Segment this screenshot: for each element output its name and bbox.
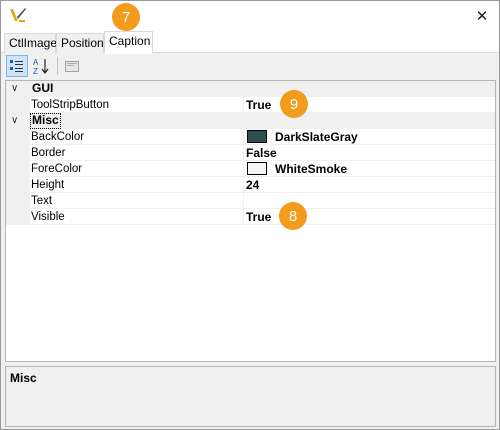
svg-text:A: A [33, 58, 39, 67]
collapse-chevron-icon[interactable]: ∨ [11, 81, 25, 97]
description-title: Misc [10, 371, 37, 385]
row-gutter [6, 129, 30, 145]
category-gui[interactable]: ∨ GUI [6, 81, 495, 97]
close-button[interactable]: ✕ [465, 1, 499, 31]
row-gutter [6, 177, 30, 193]
callout-badge-toolstrip: 9 [280, 90, 308, 118]
property-name: BackColor [30, 129, 244, 145]
alphabetical-button[interactable]: A Z [30, 55, 52, 77]
categorized-button[interactable] [6, 55, 28, 77]
property-pages-button[interactable] [61, 55, 83, 77]
property-toolbar: A Z [2, 54, 498, 79]
property-value[interactable]: 24 [244, 177, 495, 193]
category-label: Misc [30, 113, 61, 129]
category-misc[interactable]: ∨ Misc [6, 113, 495, 129]
property-name: Text [30, 193, 244, 209]
row-gutter [6, 97, 30, 113]
property-value[interactable]: WhiteSmoke [244, 161, 495, 177]
color-swatch [247, 130, 267, 144]
collapse-chevron-icon[interactable]: ∨ [11, 113, 25, 129]
row-gutter [6, 193, 30, 209]
row-gutter [6, 209, 30, 225]
color-swatch [247, 162, 267, 176]
property-row-toolstripbutton[interactable]: ToolStripButton True [6, 97, 495, 113]
property-name: Visible [30, 209, 244, 225]
property-grid: ∨ GUI ToolStripButton True ∨ Misc BackCo… [5, 80, 496, 362]
property-value-text: WhiteSmoke [275, 162, 348, 176]
callout-badge-tab: 7 [112, 3, 140, 31]
tab-strip: CtlImage Position Caption [1, 31, 499, 54]
property-row-visible[interactable]: Visible True [6, 209, 495, 225]
callout-badge-visible: 8 [279, 202, 307, 230]
row-gutter [6, 161, 30, 177]
tab-ctlimage[interactable]: CtlImage [4, 33, 57, 53]
property-row-text[interactable]: Text [6, 193, 495, 209]
property-value-text: DarkSlateGray [275, 130, 358, 144]
row-gutter [6, 145, 30, 161]
categorized-icon [10, 60, 23, 72]
property-name: ToolStripButton [30, 97, 244, 113]
property-pages-icon [65, 61, 79, 72]
sort-alphabetical-icon: A Z [33, 58, 49, 75]
property-row-border[interactable]: Border False [6, 145, 495, 161]
title-bar: ✕ [1, 1, 499, 31]
tab-caption[interactable]: Caption [104, 31, 153, 54]
property-name: ForeColor [30, 161, 244, 177]
app-logo-icon [10, 8, 26, 22]
tab-position[interactable]: Position [56, 33, 104, 53]
property-row-height[interactable]: Height 24 [6, 177, 495, 193]
properties-window: ✕ CtlImage Position Caption 7 A Z ∨ GUI … [0, 0, 500, 430]
property-name: Height [30, 177, 244, 193]
description-panel: Misc [5, 366, 496, 427]
property-row-forecolor[interactable]: ForeColor WhiteSmoke [6, 161, 495, 177]
toolbar-separator [57, 57, 58, 75]
property-name: Border [30, 145, 244, 161]
property-row-backcolor[interactable]: BackColor DarkSlateGray [6, 129, 495, 145]
property-value[interactable]: DarkSlateGray [244, 129, 495, 145]
svg-text:Z: Z [33, 67, 38, 75]
property-value[interactable]: False [244, 145, 495, 161]
category-label: GUI [32, 81, 54, 95]
